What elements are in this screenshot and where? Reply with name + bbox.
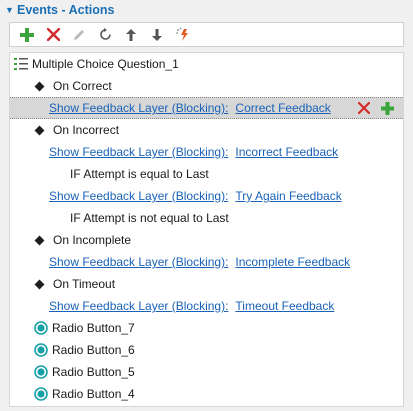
event-on-incorrect[interactable]: On Incorrect <box>10 119 403 141</box>
radio-row[interactable]: Radio Button_4 <box>10 383 403 405</box>
radio-row[interactable]: Radio Button_7 <box>10 317 403 339</box>
radio-button-icon <box>34 387 48 401</box>
section-title: Events - Actions <box>17 3 115 17</box>
action-row-incorrect[interactable]: Show Feedback Layer (Blocking): Incorrec… <box>10 141 403 163</box>
condition-label: IF Attempt is equal to Last <box>70 167 209 181</box>
action-row-try-again[interactable]: Show Feedback Layer (Blocking): Try Agai… <box>10 185 403 207</box>
action-row-correct[interactable]: Show Feedback Layer (Blocking): Correct … <box>10 97 403 119</box>
event-on-correct[interactable]: On Correct <box>10 75 403 97</box>
action-link[interactable]: Show Feedback Layer (Blocking): <box>49 255 228 269</box>
condition-label: IF Attempt is not equal to Last <box>70 211 229 225</box>
event-diamond-icon <box>34 125 45 135</box>
list-tree-icon <box>14 58 28 70</box>
event-label: On Incorrect <box>53 123 120 137</box>
event-diamond-icon <box>34 279 45 289</box>
target-link[interactable]: Correct Feedback <box>235 101 330 115</box>
action-link[interactable]: Show Feedback Layer (Blocking): <box>49 101 228 115</box>
add-icon[interactable] <box>379 100 395 116</box>
edit-icon[interactable] <box>68 24 90 46</box>
event-tree: Multiple Choice Question_1 On Correct Sh… <box>9 52 404 407</box>
event-on-timeout[interactable]: On Timeout <box>10 273 403 295</box>
events-actions-header[interactable]: ▼ Events - Actions <box>0 0 413 20</box>
event-on-incomplete[interactable]: On Incomplete <box>10 229 403 251</box>
action-row-timeout[interactable]: Show Feedback Layer (Blocking): Timeout … <box>10 295 403 317</box>
radio-label: Radio Button_6 <box>52 343 135 357</box>
action-link[interactable]: Show Feedback Layer (Blocking): <box>49 299 228 313</box>
radio-label: Radio Button_4 <box>52 387 135 401</box>
radio-button-icon <box>34 365 48 379</box>
action-link[interactable]: Show Feedback Layer (Blocking): <box>49 145 228 159</box>
radio-button-icon <box>34 343 48 357</box>
event-label: On Timeout <box>53 277 116 291</box>
radio-row[interactable]: Radio Button_5 <box>10 361 403 383</box>
magic-icon[interactable] <box>172 24 194 46</box>
collapse-caret-icon[interactable]: ▼ <box>5 5 15 15</box>
target-link[interactable]: Incomplete Feedback <box>235 255 350 269</box>
radio-label: Radio Button_7 <box>52 321 135 335</box>
event-label: On Correct <box>53 79 112 93</box>
delete-icon[interactable] <box>356 100 372 116</box>
refresh-icon[interactable] <box>94 24 116 46</box>
actions-toolbar <box>9 22 404 47</box>
root-label: Multiple Choice Question_1 <box>32 57 179 71</box>
delete-icon[interactable] <box>42 24 64 46</box>
target-link[interactable]: Timeout Feedback <box>235 299 334 313</box>
radio-label: Radio Button_5 <box>52 365 135 379</box>
event-diamond-icon <box>34 235 45 245</box>
action-link[interactable]: Show Feedback Layer (Blocking): <box>49 189 228 203</box>
event-diamond-icon <box>34 81 45 91</box>
event-label: On Incomplete <box>53 233 132 247</box>
target-link[interactable]: Try Again Feedback <box>235 189 341 203</box>
condition-row-not-equal[interactable]: IF Attempt is not equal to Last <box>10 207 403 229</box>
action-row-incomplete[interactable]: Show Feedback Layer (Blocking): Incomple… <box>10 251 403 273</box>
radio-row[interactable]: Radio Button_6 <box>10 339 403 361</box>
radio-button-icon <box>34 321 48 335</box>
condition-row-equal[interactable]: IF Attempt is equal to Last <box>10 163 403 185</box>
add-icon[interactable] <box>16 24 38 46</box>
move-up-icon[interactable] <box>120 24 142 46</box>
tree-root[interactable]: Multiple Choice Question_1 <box>10 53 403 75</box>
target-link[interactable]: Incorrect Feedback <box>235 145 338 159</box>
move-down-icon[interactable] <box>146 24 168 46</box>
